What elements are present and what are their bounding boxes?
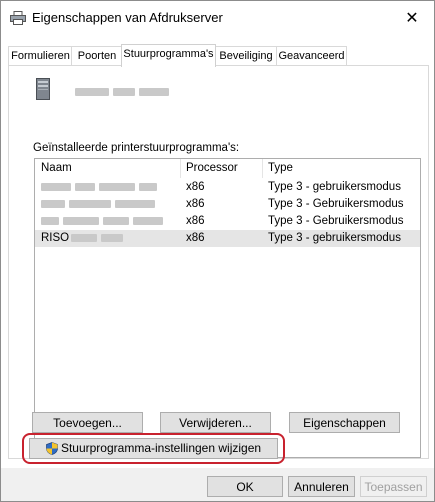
installed-drivers-label: Geïnstalleerde printerstuurprogramma's: [33, 142, 240, 154]
driver-processor: x86 [186, 215, 205, 227]
driver-name-redacted [71, 234, 131, 243]
add-driver-button[interactable]: Toevoegen... [32, 412, 143, 433]
tab-beveiliging[interactable]: Beveiliging [214, 46, 278, 66]
tab-panel: Geïnstalleerde printerstuurprogramma's: … [8, 65, 429, 459]
server-name-redacted [75, 88, 171, 97]
driver-type: Type 3 - Gebruikersmodus [268, 215, 404, 227]
table-row[interactable]: x86 Type 3 - Gebruikersmodus [35, 196, 420, 213]
table-row[interactable]: x86 Type 3 - Gebruikersmodus [35, 213, 420, 230]
column-header-processor[interactable]: Processor [186, 162, 238, 174]
list-header: Naam Processor Type [35, 159, 420, 178]
table-row-selected[interactable]: RISO x86 Type 3 - gebruikersmodus [35, 230, 420, 247]
ok-button[interactable]: OK [207, 476, 283, 497]
title-bar: Eigenschappen van Afdrukserver ✕ [1, 1, 434, 34]
tab-stuurprogrammas[interactable]: Stuurprogramma's [121, 44, 216, 67]
driver-name-redacted [41, 200, 161, 209]
table-row[interactable]: x86 Type 3 - gebruikersmodus [35, 179, 420, 196]
driver-name-redacted [41, 183, 161, 192]
column-header-type[interactable]: Type [268, 162, 293, 174]
properties-dialog: Eigenschappen van Afdrukserver ✕ Formuli… [0, 0, 435, 502]
printer-icon [10, 11, 26, 25]
close-button[interactable]: ✕ [390, 1, 434, 34]
driver-type: Type 3 - gebruikersmodus [268, 181, 401, 193]
driver-processor: x86 [186, 198, 205, 210]
driver-type: Type 3 - Gebruikersmodus [268, 198, 404, 210]
driver-processor: x86 [186, 232, 205, 244]
driver-type: Type 3 - gebruikersmodus [268, 232, 401, 244]
cancel-button[interactable]: Annuleren [288, 476, 355, 497]
highlight-outline [22, 433, 285, 464]
server-tower-icon [36, 78, 50, 100]
driver-name-redacted [41, 217, 163, 226]
tab-formulieren[interactable]: Formulieren [8, 46, 73, 66]
dialog-footer: OK Annuleren Toepassen [1, 468, 434, 501]
remove-driver-button[interactable]: Verwijderen... [160, 412, 271, 433]
apply-button[interactable]: Toepassen [360, 476, 427, 497]
driver-name: RISO [41, 232, 70, 244]
window-title: Eigenschappen van Afdrukserver [32, 10, 223, 25]
tab-strip: Formulieren Poorten Stuurprogramma's Bev… [8, 44, 428, 67]
driver-processor: x86 [186, 181, 205, 193]
column-header-name[interactable]: Naam [41, 162, 72, 174]
tab-geavanceerd[interactable]: Geavanceerd [276, 46, 347, 66]
tab-poorten[interactable]: Poorten [71, 46, 123, 66]
driver-properties-button[interactable]: Eigenschappen [289, 412, 400, 433]
